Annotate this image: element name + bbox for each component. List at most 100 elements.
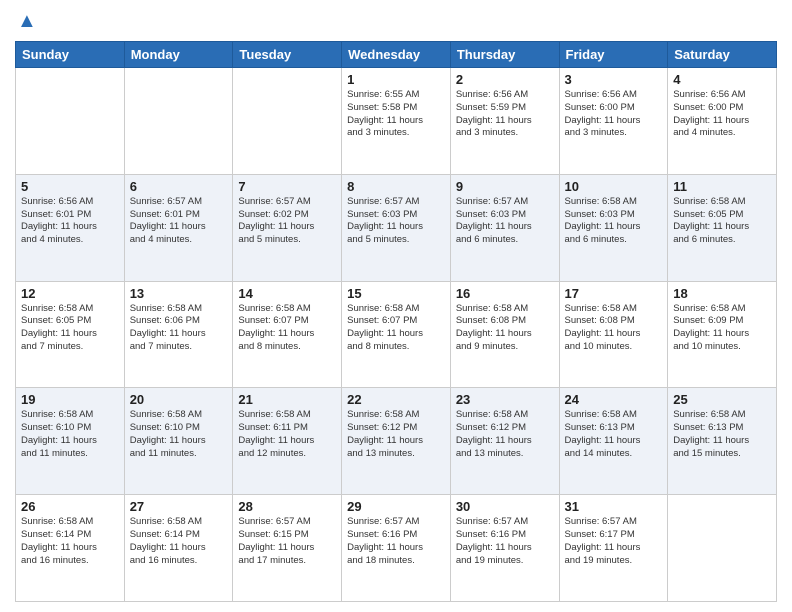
day-info: Sunrise: 6:56 AM Sunset: 6:01 PM Dayligh… — [21, 196, 119, 247]
calendar-week-row: 5 Sunrise: 6:56 AM Sunset: 6:01 PM Daylig… — [16, 174, 777, 281]
calendar-cell: 16 Sunrise: 6:58 AM Sunset: 6:08 PM Dayli… — [450, 281, 559, 388]
calendar-cell — [124, 68, 233, 175]
day-number: 16 — [456, 286, 554, 301]
day-number: 1 — [347, 72, 445, 87]
day-number: 19 — [21, 392, 119, 407]
day-number: 12 — [21, 286, 119, 301]
day-info: Sunrise: 6:58 AM Sunset: 6:05 PM Dayligh… — [673, 196, 771, 247]
day-number: 8 — [347, 179, 445, 194]
calendar-header-wednesday: Wednesday — [342, 42, 451, 68]
day-info: Sunrise: 6:58 AM Sunset: 6:12 PM Dayligh… — [347, 409, 445, 460]
calendar-cell: 24 Sunrise: 6:58 AM Sunset: 6:13 PM Dayli… — [559, 388, 668, 495]
day-number: 30 — [456, 499, 554, 514]
day-number: 24 — [565, 392, 663, 407]
day-info: Sunrise: 6:57 AM Sunset: 6:01 PM Dayligh… — [130, 196, 228, 247]
calendar-cell: 7Sunrise: 6:57 AM Sunset: 6:02 PM Daylig… — [233, 174, 342, 281]
day-info: Sunrise: 6:57 AM Sunset: 6:16 PM Dayligh… — [456, 516, 554, 567]
day-info: Sunrise: 6:57 AM Sunset: 6:03 PM Dayligh… — [456, 196, 554, 247]
calendar-header-row: SundayMondayTuesdayWednesdayThursdayFrid… — [16, 42, 777, 68]
calendar-header-sunday: Sunday — [16, 42, 125, 68]
calendar-header-friday: Friday — [559, 42, 668, 68]
calendar-cell: 10 Sunrise: 6:58 AM Sunset: 6:03 PM Dayli… — [559, 174, 668, 281]
calendar-header-saturday: Saturday — [668, 42, 777, 68]
calendar-cell — [668, 495, 777, 602]
logo-icon: ▲ — [17, 10, 37, 33]
calendar-cell: 26 Sunrise: 6:58 AM Sunset: 6:14 PM Dayli… — [16, 495, 125, 602]
calendar-cell: 9 Sunrise: 6:57 AM Sunset: 6:03 PM Daylig… — [450, 174, 559, 281]
calendar-cell: 30 Sunrise: 6:57 AM Sunset: 6:16 PM Dayli… — [450, 495, 559, 602]
day-info: Sunrise: 6:58 AM Sunset: 6:09 PM Dayligh… — [673, 303, 771, 354]
day-number: 11 — [673, 179, 771, 194]
calendar-cell: 17 Sunrise: 6:58 AM Sunset: 6:08 PM Dayli… — [559, 281, 668, 388]
day-info: Sunrise: 6:58 AM Sunset: 6:10 PM Dayligh… — [21, 409, 119, 460]
day-info: Sunrise: 6:58 AM Sunset: 6:07 PM Dayligh… — [238, 303, 336, 354]
day-info: Sunrise: 6:58 AM Sunset: 6:08 PM Dayligh… — [565, 303, 663, 354]
calendar-cell: 23 Sunrise: 6:58 AM Sunset: 6:12 PM Dayli… — [450, 388, 559, 495]
calendar: SundayMondayTuesdayWednesdayThursdayFrid… — [15, 41, 777, 602]
day-number: 25 — [673, 392, 771, 407]
day-info: Sunrise: 6:58 AM Sunset: 6:13 PM Dayligh… — [673, 409, 771, 460]
calendar-cell: 8Sunrise: 6:57 AM Sunset: 6:03 PM Daylig… — [342, 174, 451, 281]
day-number: 23 — [456, 392, 554, 407]
logo: ▲ — [15, 10, 39, 33]
day-info: Sunrise: 6:58 AM Sunset: 6:14 PM Dayligh… — [130, 516, 228, 567]
day-info: Sunrise: 6:56 AM Sunset: 6:00 PM Dayligh… — [673, 89, 771, 140]
day-number: 20 — [130, 392, 228, 407]
calendar-cell: 2Sunrise: 6:56 AM Sunset: 5:59 PM Daylig… — [450, 68, 559, 175]
day-number: 31 — [565, 499, 663, 514]
day-info: Sunrise: 6:58 AM Sunset: 6:06 PM Dayligh… — [130, 303, 228, 354]
calendar-week-row: 1 Sunrise: 6:55 AM Sunset: 5:58 PM Daylig… — [16, 68, 777, 175]
day-number: 5 — [21, 179, 119, 194]
page: ▲ SundayMondayTuesdayWednesdayThursdayFr… — [0, 0, 792, 612]
calendar-cell: 18Sunrise: 6:58 AM Sunset: 6:09 PM Dayli… — [668, 281, 777, 388]
calendar-week-row: 12 Sunrise: 6:58 AM Sunset: 6:05 PM Dayli… — [16, 281, 777, 388]
day-number: 13 — [130, 286, 228, 301]
calendar-cell: 15 Sunrise: 6:58 AM Sunset: 6:07 PM Dayli… — [342, 281, 451, 388]
calendar-cell: 20 Sunrise: 6:58 AM Sunset: 6:10 PM Dayli… — [124, 388, 233, 495]
day-number: 6 — [130, 179, 228, 194]
day-info: Sunrise: 6:58 AM Sunset: 6:13 PM Dayligh… — [565, 409, 663, 460]
calendar-cell: 12 Sunrise: 6:58 AM Sunset: 6:05 PM Dayli… — [16, 281, 125, 388]
day-number: 15 — [347, 286, 445, 301]
day-info: Sunrise: 6:55 AM Sunset: 5:58 PM Dayligh… — [347, 89, 445, 140]
calendar-cell: 28 Sunrise: 6:57 AM Sunset: 6:15 PM Dayli… — [233, 495, 342, 602]
day-number: 9 — [456, 179, 554, 194]
day-number: 27 — [130, 499, 228, 514]
calendar-cell: 29Sunrise: 6:57 AM Sunset: 6:16 PM Dayli… — [342, 495, 451, 602]
day-number: 28 — [238, 499, 336, 514]
day-info: Sunrise: 6:58 AM Sunset: 6:12 PM Dayligh… — [456, 409, 554, 460]
day-info: Sunrise: 6:58 AM Sunset: 6:10 PM Dayligh… — [130, 409, 228, 460]
calendar-cell: 4 Sunrise: 6:56 AM Sunset: 6:00 PM Daylig… — [668, 68, 777, 175]
day-info: Sunrise: 6:58 AM Sunset: 6:08 PM Dayligh… — [456, 303, 554, 354]
calendar-week-row: 26 Sunrise: 6:58 AM Sunset: 6:14 PM Dayli… — [16, 495, 777, 602]
day-info: Sunrise: 6:57 AM Sunset: 6:02 PM Dayligh… — [238, 196, 336, 247]
day-number: 3 — [565, 72, 663, 87]
calendar-header-tuesday: Tuesday — [233, 42, 342, 68]
day-number: 17 — [565, 286, 663, 301]
day-number: 10 — [565, 179, 663, 194]
calendar-header-monday: Monday — [124, 42, 233, 68]
calendar-cell: 6 Sunrise: 6:57 AM Sunset: 6:01 PM Daylig… — [124, 174, 233, 281]
calendar-cell — [16, 68, 125, 175]
day-info: Sunrise: 6:57 AM Sunset: 6:15 PM Dayligh… — [238, 516, 336, 567]
day-info: Sunrise: 6:58 AM Sunset: 6:14 PM Dayligh… — [21, 516, 119, 567]
calendar-cell: 14Sunrise: 6:58 AM Sunset: 6:07 PM Dayli… — [233, 281, 342, 388]
day-number: 26 — [21, 499, 119, 514]
calendar-header-thursday: Thursday — [450, 42, 559, 68]
day-info: Sunrise: 6:57 AM Sunset: 6:16 PM Dayligh… — [347, 516, 445, 567]
day-info: Sunrise: 6:58 AM Sunset: 6:03 PM Dayligh… — [565, 196, 663, 247]
calendar-cell: 5 Sunrise: 6:56 AM Sunset: 6:01 PM Daylig… — [16, 174, 125, 281]
day-info: Sunrise: 6:58 AM Sunset: 6:05 PM Dayligh… — [21, 303, 119, 354]
calendar-cell: 27 Sunrise: 6:58 AM Sunset: 6:14 PM Dayli… — [124, 495, 233, 602]
calendar-cell: 25 Sunrise: 6:58 AM Sunset: 6:13 PM Dayli… — [668, 388, 777, 495]
day-number: 2 — [456, 72, 554, 87]
calendar-cell: 3 Sunrise: 6:56 AM Sunset: 6:00 PM Daylig… — [559, 68, 668, 175]
header: ▲ — [15, 10, 777, 33]
calendar-cell: 21Sunrise: 6:58 AM Sunset: 6:11 PM Dayli… — [233, 388, 342, 495]
day-number: 4 — [673, 72, 771, 87]
day-info: Sunrise: 6:56 AM Sunset: 6:00 PM Dayligh… — [565, 89, 663, 140]
day-info: Sunrise: 6:58 AM Sunset: 6:07 PM Dayligh… — [347, 303, 445, 354]
calendar-cell: 31Sunrise: 6:57 AM Sunset: 6:17 PM Dayli… — [559, 495, 668, 602]
calendar-cell: 13 Sunrise: 6:58 AM Sunset: 6:06 PM Dayli… — [124, 281, 233, 388]
calendar-cell: 1 Sunrise: 6:55 AM Sunset: 5:58 PM Daylig… — [342, 68, 451, 175]
